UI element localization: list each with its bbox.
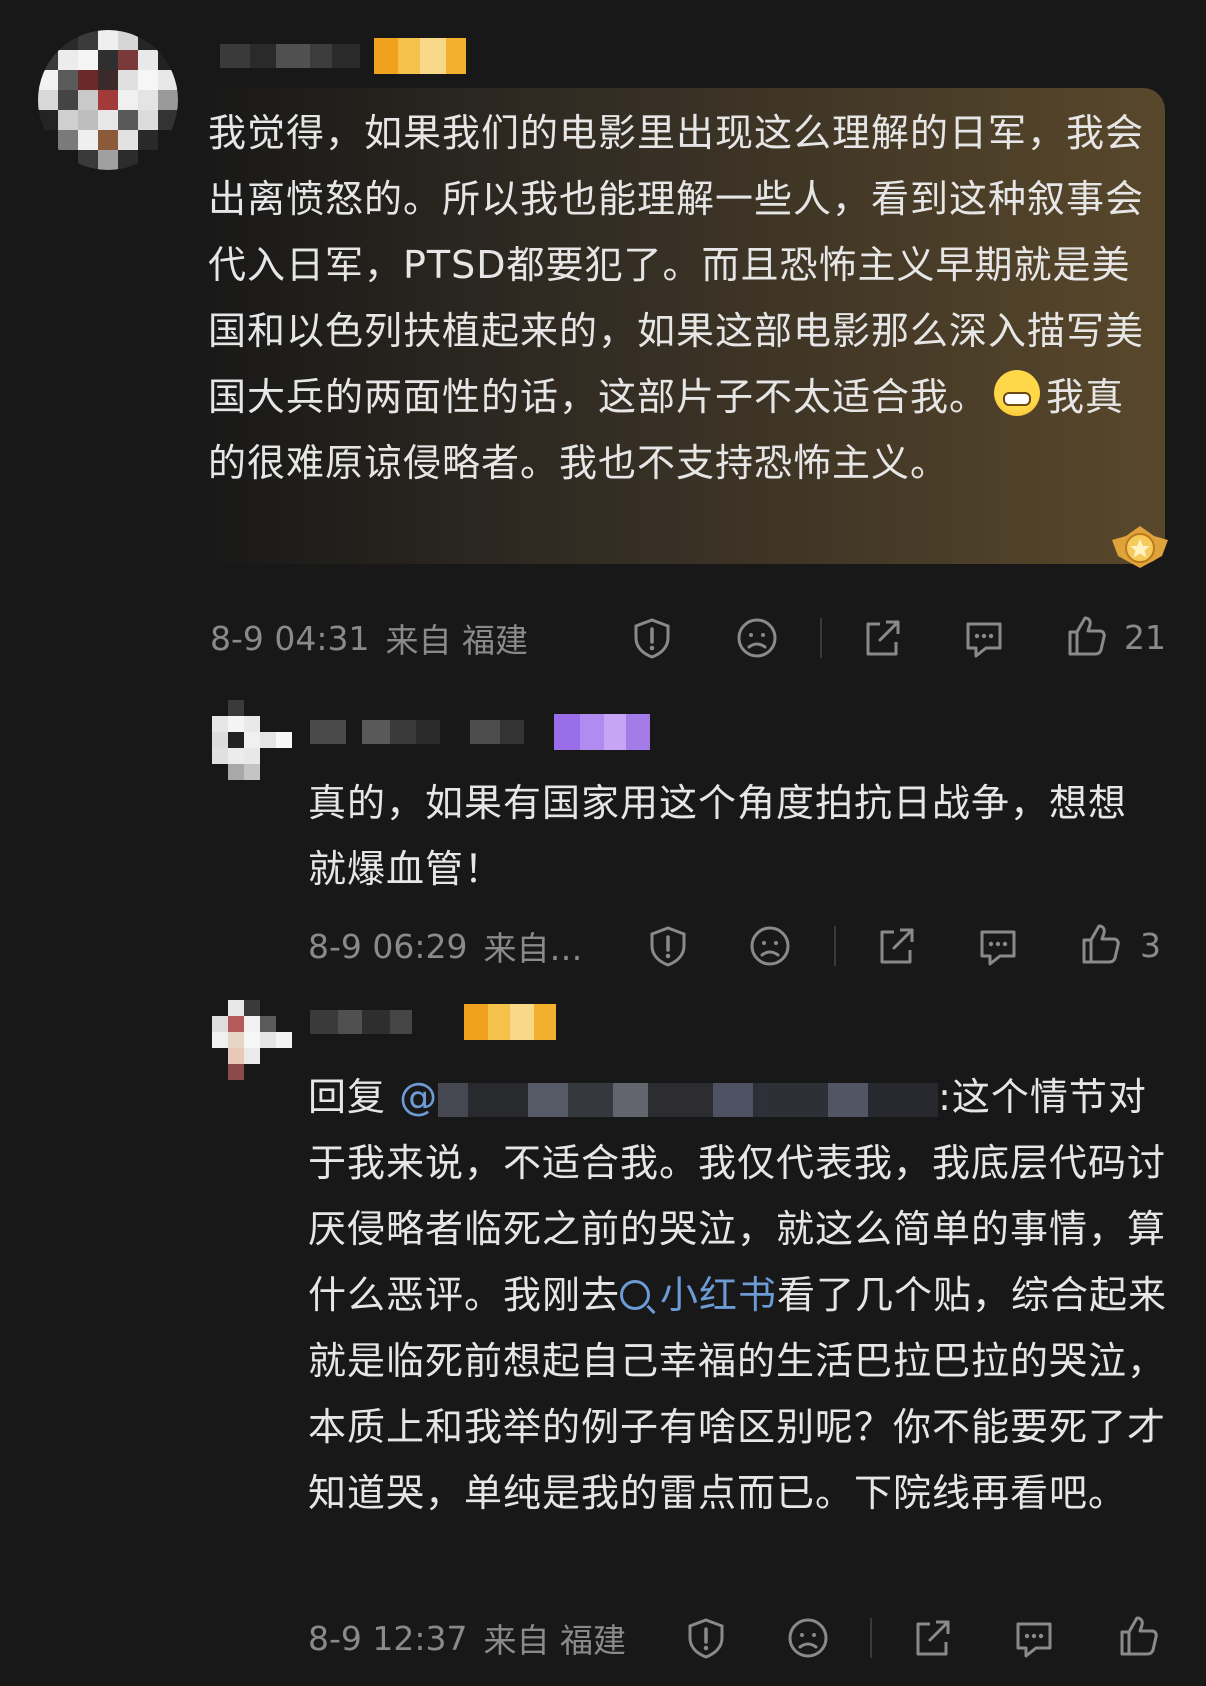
timestamp: 8-9 12:37	[308, 1618, 468, 1658]
avatar[interactable]	[212, 700, 292, 780]
search-link[interactable]: 小红书	[620, 1273, 777, 1317]
timestamp: 8-9 04:31	[210, 618, 370, 658]
grinning-face-emoji-icon	[994, 370, 1041, 416]
like-icon[interactable]	[1064, 614, 1108, 658]
report-icon[interactable]	[630, 616, 674, 660]
username[interactable]	[310, 1002, 556, 1042]
avatar[interactable]	[38, 30, 178, 170]
dislike-face-icon[interactable]	[748, 924, 792, 968]
user-level-badge	[554, 714, 650, 750]
divider	[820, 618, 822, 658]
report-icon[interactable]	[646, 924, 690, 968]
mention-username-blur	[438, 1082, 939, 1117]
comment-text: 我觉得，如果我们的电影里出现这么理解的日军，我会出离愤怒的。所以我也能理解一些人…	[208, 100, 1158, 496]
location: 来自…	[483, 929, 583, 968]
username[interactable]	[310, 712, 650, 752]
mention-link[interactable]: @	[399, 1075, 939, 1119]
reply-prefix: 回复	[308, 1075, 387, 1119]
share-icon[interactable]	[860, 616, 904, 660]
comment-meta: 8-9 04:31 来自 福建	[210, 608, 528, 668]
location: 来自 福建	[385, 621, 529, 660]
dislike-face-icon[interactable]	[735, 616, 779, 660]
comment-meta: 8-9 12:37 来自 福建	[308, 1608, 626, 1668]
user-level-badge	[374, 38, 466, 74]
comment-icon[interactable]	[976, 924, 1020, 968]
like-icon[interactable]	[1078, 922, 1122, 966]
username-blur	[310, 720, 346, 744]
like-icon[interactable]	[1116, 1614, 1160, 1658]
dislike-face-icon[interactable]	[786, 1616, 830, 1660]
report-icon[interactable]	[684, 1616, 728, 1660]
vip-medal-icon	[1112, 526, 1168, 568]
comment-icon[interactable]	[962, 616, 1006, 660]
search-icon	[620, 1280, 651, 1310]
divider	[834, 926, 836, 966]
username-blur	[220, 44, 250, 68]
avatar[interactable]	[212, 1000, 292, 1080]
location: 来自 福建	[483, 1621, 627, 1660]
share-icon[interactable]	[910, 1616, 954, 1660]
username-blur	[310, 1010, 338, 1034]
timestamp: 8-9 06:29	[308, 926, 468, 966]
comment-text: 真的，如果有国家用这个角度拍抗日战争，想想就爆血管！	[308, 781, 1128, 891]
comment-text: 回复 @:这个情节对于我来说，不适合我。我仅代表我，我底层代码讨厌侵略者临死之前…	[308, 1064, 1168, 1526]
like-count: 21	[1124, 618, 1166, 657]
user-level-badge	[464, 1004, 556, 1040]
username[interactable]	[220, 36, 466, 76]
share-icon[interactable]	[874, 924, 918, 968]
comment-meta: 8-9 06:29 来自…	[308, 916, 583, 976]
like-count: 3	[1140, 926, 1161, 965]
comment-icon[interactable]	[1012, 1616, 1056, 1660]
divider	[870, 1618, 872, 1658]
